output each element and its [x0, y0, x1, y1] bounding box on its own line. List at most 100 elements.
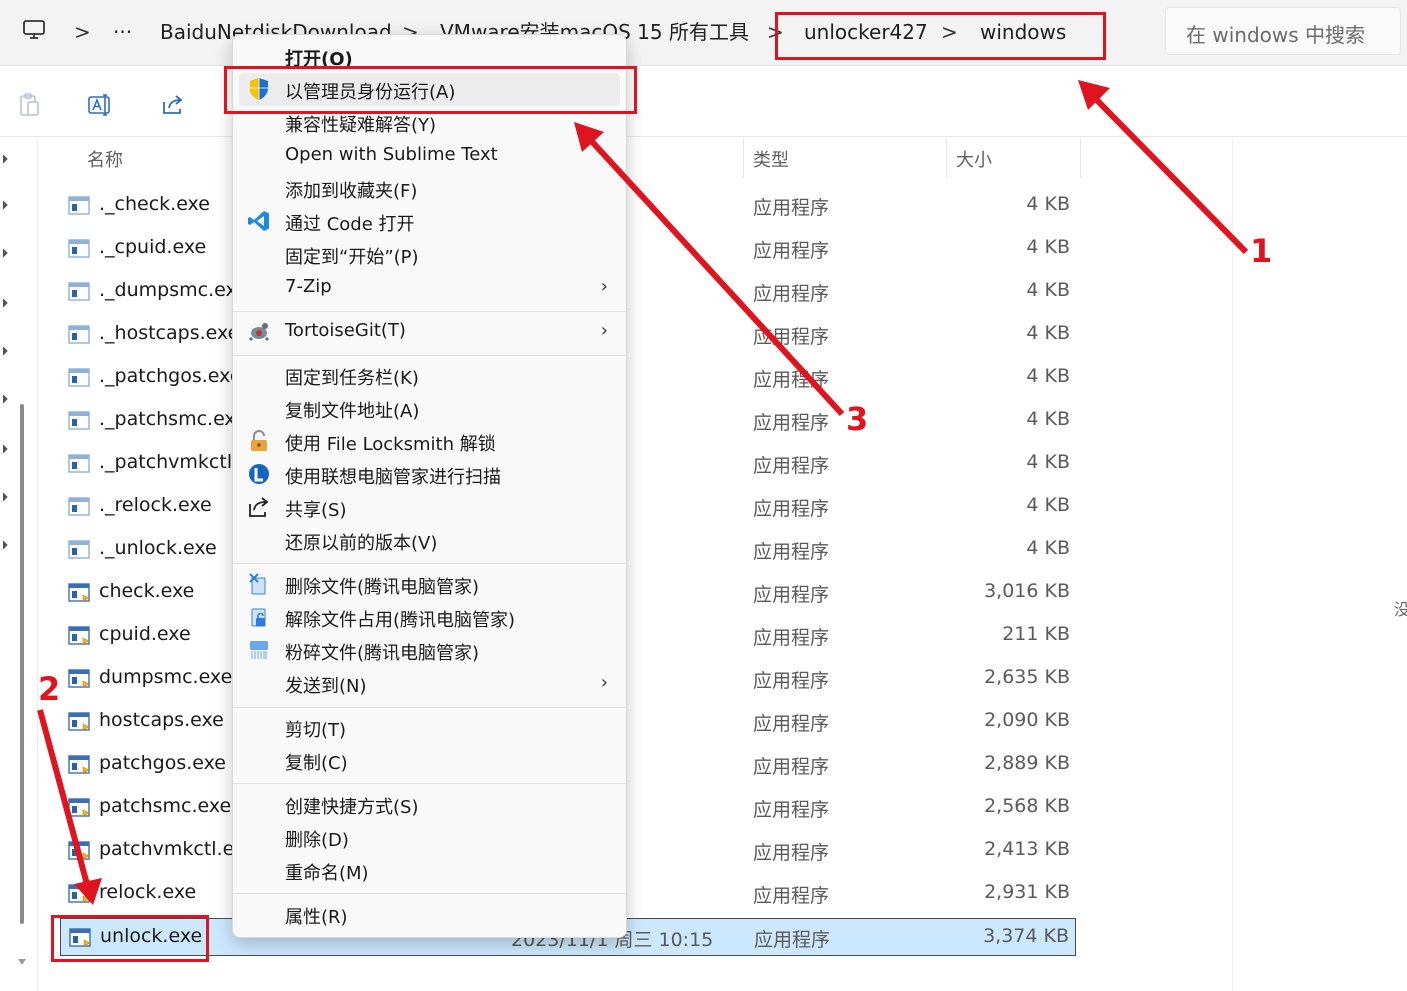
padlock-icon	[251, 430, 267, 451]
file-type: 应用程序	[753, 283, 830, 305]
file-type: 应用程序	[753, 369, 830, 391]
chevron-right-icon[interactable]	[2, 200, 8, 210]
file-explorer-window: > ··· BaiduNetdiskDownload > VMware安装mac…	[0, 0, 1407, 991]
file-size: 2,889 KB	[984, 752, 1070, 774]
file-size: 2,090 KB	[984, 709, 1070, 731]
column-divider[interactable]	[946, 138, 947, 178]
exe-file-icon	[68, 755, 90, 774]
menu-item-13[interactable]: 共享(S)	[239, 491, 620, 524]
exe-file-icon	[68, 325, 90, 344]
share-icon[interactable]	[160, 92, 186, 118]
chevron-right-icon[interactable]	[2, 298, 8, 308]
rename-icon[interactable]	[87, 92, 113, 118]
menu-item-15[interactable]: 删除文件(腾讯电脑管家)	[239, 568, 620, 601]
exe-file-icon	[68, 798, 90, 817]
menu-item-17[interactable]: 粉碎文件(腾讯电脑管家)	[239, 634, 620, 667]
menu-item-7[interactable]: 7-Zip ›	[239, 271, 620, 304]
search-input[interactable]: 在 windows 中搜索	[1165, 7, 1401, 55]
file-type: 应用程序	[753, 541, 830, 563]
exe-file-icon	[68, 626, 90, 645]
file-type: 应用程序	[753, 197, 830, 219]
exe-file-icon	[68, 884, 90, 903]
column-header-size[interactable]: 大小	[956, 146, 992, 172]
chevron-right-icon[interactable]	[2, 154, 8, 164]
menu-item-3[interactable]: Open with Sublime Text	[239, 139, 620, 172]
file-type: 应用程序	[753, 799, 830, 821]
chevron-right-icon[interactable]	[2, 540, 8, 550]
annotation-number-3: 3	[846, 400, 869, 438]
file-size: 2,413 KB	[984, 838, 1070, 860]
menu-item-12[interactable]: 使用联想电脑管家进行扫描	[239, 458, 620, 491]
menu-item-label: 添加到收藏夹(F)	[285, 181, 418, 202]
share-icon	[249, 497, 269, 517]
menu-item-11[interactable]: 使用 File Locksmith 解锁	[239, 425, 620, 458]
file-name: ._patchsmc.exe	[99, 408, 247, 430]
menu-item-22[interactable]: 删除(D)	[239, 821, 620, 854]
column-divider[interactable]	[1080, 138, 1081, 178]
chevron-right-icon[interactable]	[2, 394, 8, 404]
column-divider[interactable]	[743, 138, 744, 178]
menu-item-8[interactable]: TortoiseGit(T) ›	[239, 315, 620, 348]
menu-item-24[interactable]: 属性(R)	[239, 898, 620, 931]
column-header-type[interactable]: 类型	[753, 146, 789, 172]
menu-item-9[interactable]: 固定到任务栏(K)	[239, 359, 620, 392]
chevron-right-icon[interactable]	[2, 444, 8, 454]
scroll-down-arrow-icon[interactable]	[17, 958, 27, 966]
column-header-name[interactable]: 名称	[87, 146, 123, 172]
breadcrumb-more-button[interactable]: ···	[113, 18, 132, 46]
this-pc-icon[interactable]	[22, 18, 46, 42]
menu-item-label: 使用联想电脑管家进行扫描	[285, 467, 501, 488]
menu-item-label: 复制(C)	[285, 753, 348, 774]
paste-icon[interactable]	[16, 92, 42, 118]
chevron-right-icon[interactable]	[2, 346, 8, 356]
file-type: 应用程序	[753, 627, 830, 649]
menu-item-14[interactable]: 还原以前的版本(V)	[239, 524, 620, 557]
chevron-right-icon[interactable]	[2, 248, 8, 258]
file-type: 应用程序	[753, 412, 830, 434]
menu-item-label: 固定到任务栏(K)	[285, 368, 419, 389]
menu-item-5[interactable]: 通过 Code 打开	[239, 205, 620, 238]
menu-item-label: 发送到(N)	[285, 676, 367, 697]
menu-item-16[interactable]: 解除文件占用(腾讯电脑管家)	[239, 601, 620, 634]
file-name: ._unlock.exe	[99, 537, 217, 559]
navigation-scrollbar-thumb[interactable]	[20, 404, 24, 924]
file-size: 4 KB	[1026, 408, 1070, 430]
menu-item-label: 还原以前的版本(V)	[285, 533, 438, 554]
file-size: 4 KB	[1026, 322, 1070, 344]
file-name: patchgos.exe	[99, 752, 226, 774]
file-type: 应用程序	[753, 885, 830, 907]
breadcrumb-separator[interactable]: >	[74, 18, 91, 46]
menu-item-21[interactable]: 创建快捷方式(S)	[239, 788, 620, 821]
file-type: 应用程序	[753, 498, 830, 520]
annotation-number-2: 2	[38, 670, 61, 708]
menu-item-18[interactable]: 发送到(N) ›	[239, 667, 620, 700]
command-bar	[0, 67, 1407, 137]
navigation-pane[interactable]	[0, 138, 38, 991]
file-name: hostcaps.exe	[99, 709, 224, 731]
file-type: 应用程序	[753, 756, 830, 778]
address-bar[interactable]: > ··· BaiduNetdiskDownload > VMware安装mac…	[0, 0, 1407, 66]
file-size: 211 KB	[1002, 623, 1070, 645]
file-name: relock.exe	[99, 881, 197, 903]
file-size: 4 KB	[1026, 365, 1070, 387]
file-name: ._cpuid.exe	[99, 236, 207, 258]
menu-item-label: 创建快捷方式(S)	[285, 797, 419, 818]
menu-item-4[interactable]: 添加到收藏夹(F)	[239, 172, 620, 205]
menu-item-6[interactable]: 固定到“开始”(P)	[239, 238, 620, 271]
details-pane-divider	[1232, 138, 1233, 991]
exe-file-icon	[68, 239, 90, 258]
menu-item-label: 剪切(T)	[285, 720, 347, 741]
menu-item-20[interactable]: 复制(C)	[239, 744, 620, 777]
menu-separator	[233, 563, 626, 564]
annotation-box-unlock-exe	[51, 915, 209, 962]
menu-item-10[interactable]: 复制文件地址(A)	[239, 392, 620, 425]
menu-item-label: 删除文件(腾讯电脑管家)	[285, 577, 480, 598]
search-placeholder: 在 windows 中搜索	[1186, 23, 1366, 47]
file-name: ._relock.exe	[99, 494, 212, 516]
menu-separator	[233, 311, 626, 312]
annotation-number-1: 1	[1250, 232, 1273, 270]
tencent-unlock-icon	[251, 608, 266, 627]
menu-item-19[interactable]: 剪切(T)	[239, 711, 620, 744]
menu-item-23[interactable]: 重命名(M)	[239, 854, 620, 887]
chevron-right-icon[interactable]	[2, 492, 8, 502]
